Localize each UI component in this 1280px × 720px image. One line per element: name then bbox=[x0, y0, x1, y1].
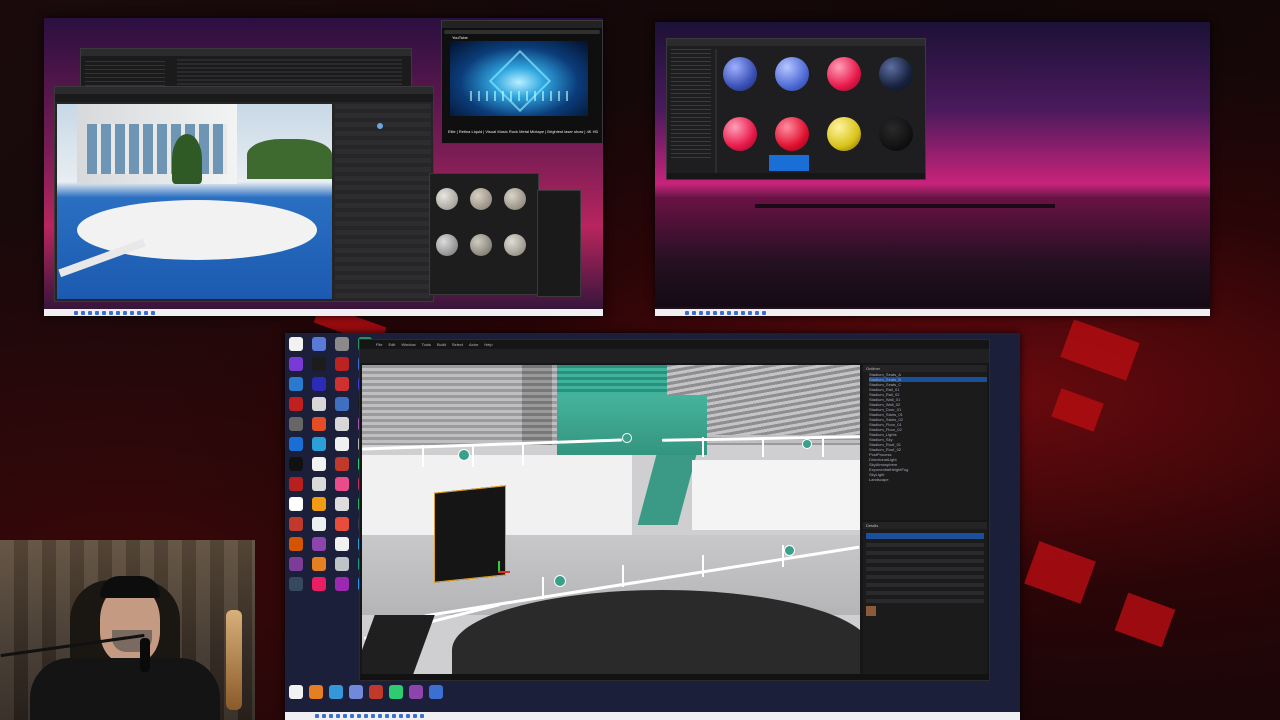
actor-marker-icon[interactable] bbox=[458, 449, 470, 461]
taskbar-top-left[interactable] bbox=[44, 309, 603, 316]
outliner-title: Outliner bbox=[863, 365, 987, 372]
editor-window-pool[interactable] bbox=[54, 86, 434, 302]
actor-marker-icon[interactable] bbox=[622, 433, 632, 443]
material-thumb-5[interactable] bbox=[723, 117, 757, 151]
level-viewport[interactable] bbox=[362, 365, 860, 675]
webcam-feed bbox=[0, 540, 255, 720]
background-tile bbox=[1051, 388, 1104, 432]
menu-tools[interactable]: Tools bbox=[422, 342, 431, 347]
monitor-bottom: File Edit Window Tools Build Select Acto… bbox=[285, 333, 1020, 720]
microphone bbox=[140, 638, 150, 672]
pool-viewport[interactable] bbox=[57, 104, 332, 299]
menu-select[interactable]: Select bbox=[452, 342, 463, 347]
material-browser-stone[interactable] bbox=[429, 173, 539, 295]
outliner-list[interactable]: Stadium_Seats_A Stadium_Seats_B Stadium_Se… bbox=[863, 372, 987, 482]
actor-marker-icon[interactable] bbox=[554, 575, 566, 587]
details-panel[interactable]: Details bbox=[863, 522, 987, 675]
outliner-row[interactable]: Landscape bbox=[869, 477, 987, 482]
material-thumb-4[interactable] bbox=[879, 57, 913, 91]
material-preview-icon bbox=[377, 123, 383, 129]
browser-window[interactable]: YouTube Ellie | Retina Liquid | Visual M… bbox=[441, 20, 603, 144]
menu-file[interactable]: File bbox=[376, 342, 382, 347]
outliner-panel[interactable]: Outliner Stadium_Seats_A Stadium_Seats_B S… bbox=[863, 365, 987, 520]
monitor-top-right bbox=[655, 22, 1210, 316]
guitar bbox=[226, 610, 242, 710]
taskbar-bottom[interactable] bbox=[285, 712, 1020, 720]
small-panel[interactable] bbox=[537, 190, 581, 297]
background-tile bbox=[1060, 319, 1140, 381]
menu-actor[interactable]: Actor bbox=[469, 342, 478, 347]
editor-menu-bar: File Edit Window Tools Build Select Acto… bbox=[360, 340, 989, 348]
material-thumb-6[interactable] bbox=[775, 117, 809, 151]
desktop-icons-row[interactable] bbox=[289, 685, 443, 699]
editor-toolbar[interactable] bbox=[360, 349, 989, 363]
monitor-top-left: YouTube Ellie | Retina Liquid | Visual M… bbox=[44, 18, 603, 316]
background-tile bbox=[1024, 541, 1096, 604]
video-player[interactable] bbox=[450, 41, 588, 116]
unreal-editor-window[interactable]: File Edit Window Tools Build Select Acto… bbox=[359, 339, 990, 681]
menu-build[interactable]: Build bbox=[437, 342, 446, 347]
menu-edit[interactable]: Edit bbox=[388, 342, 395, 347]
taskbar-top-right[interactable] bbox=[655, 309, 1210, 316]
browser-label: YouTube bbox=[452, 35, 468, 40]
menu-help[interactable]: Help bbox=[484, 342, 492, 347]
details-title: Details bbox=[863, 522, 987, 529]
editor-status-bar bbox=[360, 674, 989, 680]
menu-window[interactable]: Window bbox=[401, 342, 415, 347]
asset-browser-window[interactable] bbox=[666, 38, 926, 180]
selected-asset-highlight bbox=[769, 155, 809, 171]
background-tile bbox=[1114, 592, 1176, 648]
selected-door-actor[interactable] bbox=[434, 485, 506, 583]
material-thumb-8[interactable] bbox=[879, 117, 913, 151]
material-thumb-1[interactable] bbox=[723, 57, 757, 91]
actor-marker-icon[interactable] bbox=[802, 439, 812, 449]
video-title[interactable]: Ellie | Retina Liquid | Visual Music Roc… bbox=[448, 129, 598, 134]
actor-marker-icon[interactable] bbox=[784, 545, 795, 556]
material-thumb-3[interactable] bbox=[827, 57, 861, 91]
material-thumb-7[interactable] bbox=[827, 117, 861, 151]
material-thumb-2[interactable] bbox=[775, 57, 809, 91]
